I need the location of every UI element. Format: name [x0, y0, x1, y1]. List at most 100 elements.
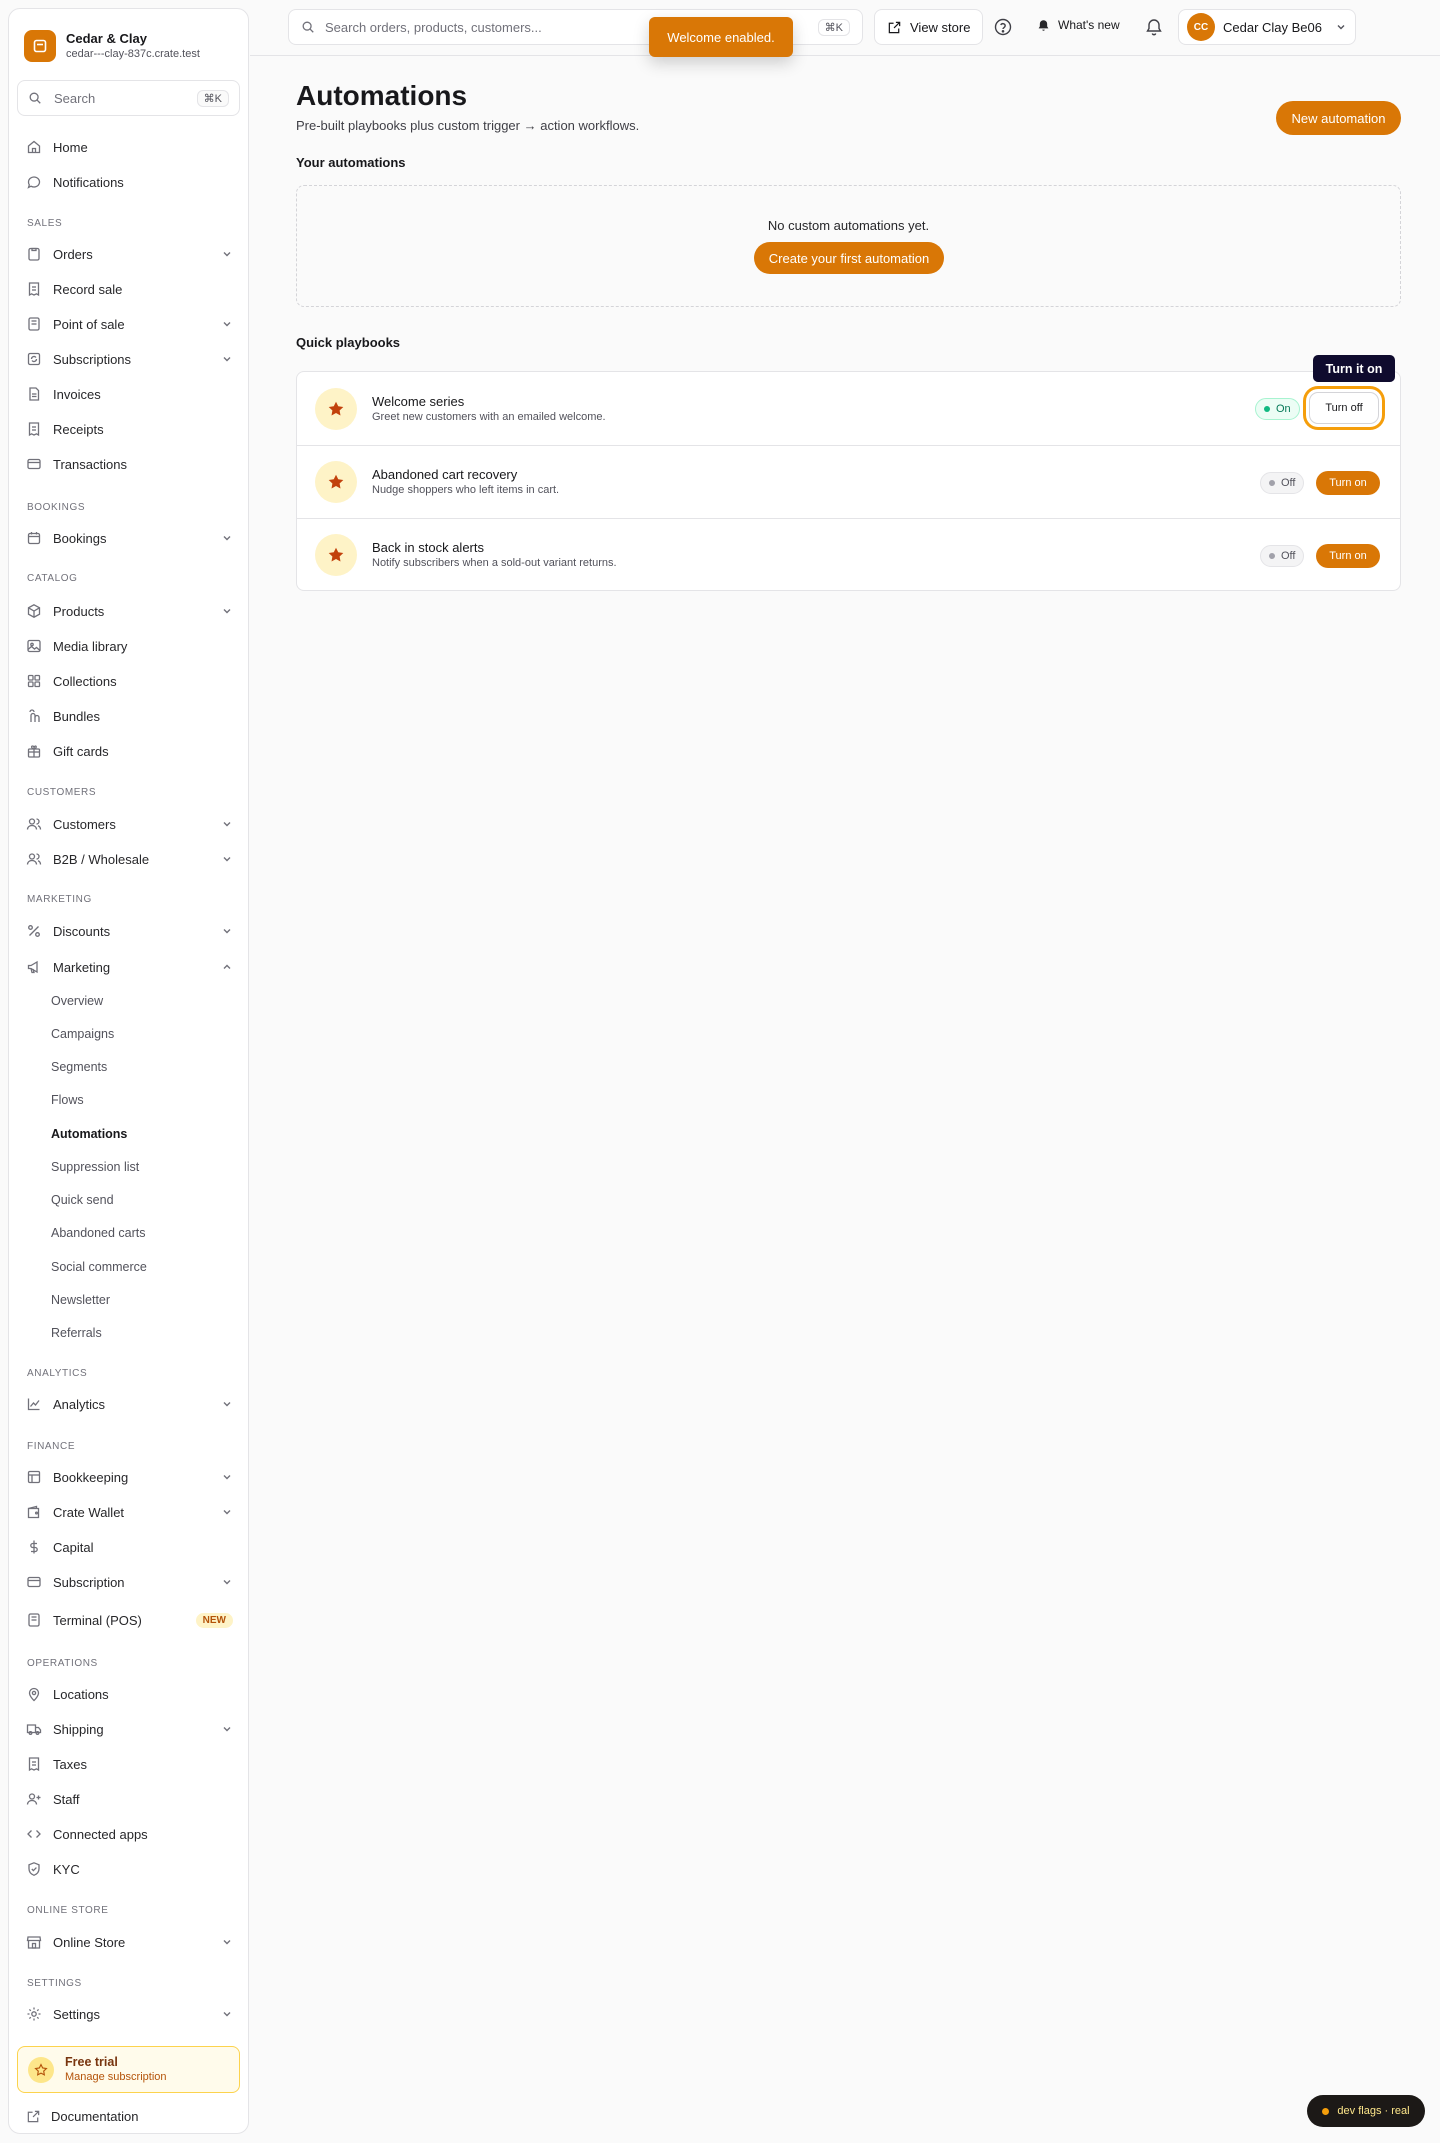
- sidebar-item-label: Invoices: [53, 386, 101, 402]
- chevron-down-icon: [221, 1723, 233, 1735]
- help-icon[interactable]: [993, 17, 1013, 37]
- sidebar-item-taxes[interactable]: Taxes: [26, 1750, 233, 1778]
- sidebar-item-marketing[interactable]: Marketing: [26, 953, 233, 981]
- sidebar-item-invoices[interactable]: Invoices: [26, 380, 233, 408]
- free-trial-card[interactable]: Free trial Manage subscription: [17, 2046, 240, 2093]
- sidebar-subitem-social-commerce[interactable]: Social commerce: [51, 1260, 147, 1274]
- map-pin-icon: [26, 1686, 42, 1702]
- sidebar-item-label: Crate Wallet: [53, 1504, 125, 1520]
- chevron-down-icon: [221, 353, 233, 365]
- sidebar-item-terminal[interactable]: Terminal (POS) NEW: [26, 1606, 233, 1634]
- page-subtitle: Pre-built playbooks plus custom trigger …: [296, 118, 640, 133]
- status-text: Off: [1281, 550, 1296, 562]
- home-icon: [26, 139, 42, 155]
- documentation-label: Documentation: [51, 2109, 139, 2124]
- whats-new-button[interactable]: What's new: [1037, 18, 1120, 32]
- playbook-row-back-in-stock: Back in stock alerts Notify subscribers …: [297, 518, 1400, 591]
- sidebar-subitem-campaigns[interactable]: Campaigns: [51, 1027, 114, 1041]
- playbook-row-abandoned-cart: Abandoned cart recovery Nudge shoppers w…: [297, 445, 1400, 518]
- truck-icon: [26, 1721, 42, 1737]
- sidebar-subitem-flows[interactable]: Flows: [51, 1093, 84, 1107]
- turn-off-button[interactable]: Turn off: [1309, 392, 1379, 424]
- sidebar-item-bookings[interactable]: Bookings: [26, 524, 233, 552]
- sidebar-item-b2b[interactable]: B2B / Wholesale: [26, 845, 233, 873]
- status-badge: Off: [1260, 545, 1305, 567]
- sidebar-item-notifications[interactable]: Notifications: [26, 168, 233, 196]
- playbook-description: Nudge shoppers who left items in cart.: [372, 484, 560, 496]
- sidebar-subitem-abandoned-carts[interactable]: Abandoned carts: [51, 1226, 146, 1240]
- sidebar-item-home[interactable]: Home: [26, 133, 233, 161]
- credit-card-icon: [26, 1574, 42, 1590]
- account-menu-button[interactable]: CC Cedar Clay Be06: [1178, 9, 1356, 45]
- chevron-down-icon: [221, 818, 233, 830]
- chevron-down-icon: [221, 605, 233, 617]
- manage-subscription-link[interactable]: Manage subscription: [65, 2070, 167, 2084]
- quick-playbooks-heading: Quick playbooks: [296, 335, 401, 350]
- sidebar-item-label: Locations: [53, 1686, 109, 1702]
- documentation-link[interactable]: Documentation: [26, 2109, 138, 2124]
- sidebar-item-label: Gift cards: [53, 743, 109, 759]
- new-badge: NEW: [195, 1612, 233, 1628]
- section-customers: CUSTOMERS: [27, 787, 97, 798]
- sidebar-item-capital[interactable]: Capital: [26, 1533, 233, 1561]
- view-store-button[interactable]: View store: [874, 9, 984, 45]
- sidebar-item-label: Discounts: [53, 923, 111, 939]
- sidebar-subitem-referrals[interactable]: Referrals: [51, 1326, 102, 1340]
- playbook-row-welcome-series: Welcome series Greet new customers with …: [297, 372, 1400, 445]
- sidebar-item-collections[interactable]: Collections: [26, 667, 233, 695]
- playbook-description: Greet new customers with an emailed welc…: [372, 410, 606, 423]
- sidebar-search-shortcut: ⌘K: [196, 89, 229, 107]
- new-automation-button[interactable]: New automation: [1276, 101, 1401, 135]
- sidebar-search-label: Search: [54, 90, 96, 106]
- star-icon: [315, 387, 357, 430]
- sidebar-item-shipping[interactable]: Shipping: [26, 1715, 233, 1743]
- sidebar-item-media-library[interactable]: Media library: [26, 632, 233, 660]
- sidebar-subitem-suppression-list[interactable]: Suppression list: [51, 1160, 139, 1174]
- create-first-automation-button[interactable]: Create your first automation: [754, 242, 944, 274]
- avatar: CC: [1187, 13, 1215, 41]
- sidebar-item-gift-cards[interactable]: Gift cards: [26, 737, 233, 765]
- sidebar-item-orders[interactable]: Orders: [26, 240, 233, 268]
- turn-on-button[interactable]: Turn on: [1316, 544, 1380, 568]
- dev-flags-pill[interactable]: dev flags · real: [1307, 2095, 1425, 2127]
- sidebar-subitem-newsletter[interactable]: Newsletter: [51, 1293, 110, 1307]
- sidebar-item-analytics[interactable]: Analytics: [26, 1390, 233, 1418]
- bell-icon[interactable]: [1144, 17, 1164, 37]
- chevron-down-icon: [221, 318, 233, 330]
- search-icon: [302, 21, 314, 33]
- sidebar-item-transactions[interactable]: Transactions: [26, 450, 233, 478]
- sidebar-item-staff[interactable]: Staff: [26, 1785, 233, 1813]
- chevron-up-icon: [221, 961, 233, 973]
- sidebar-subitem-quick-send[interactable]: Quick send: [51, 1193, 114, 1207]
- wallet-icon: [26, 1504, 42, 1520]
- sidebar-item-products[interactable]: Products: [26, 597, 233, 625]
- sidebar-item-label: Subscription: [53, 1574, 125, 1590]
- sidebar-item-online-store[interactable]: Online Store: [26, 1928, 233, 1956]
- sidebar-item-subscriptions[interactable]: Subscriptions: [26, 345, 233, 373]
- sidebar-subitem-overview[interactable]: Overview: [51, 994, 103, 1008]
- sidebar-item-discounts[interactable]: Discounts: [26, 917, 233, 945]
- sidebar-item-record-sale[interactable]: Record sale: [26, 275, 233, 303]
- sidebar-subitem-automations[interactable]: Automations: [51, 1127, 127, 1141]
- bundle-icon: [26, 708, 42, 724]
- code-icon: [26, 1826, 42, 1842]
- turn-on-button[interactable]: Turn on: [1316, 471, 1380, 495]
- sidebar-item-receipts[interactable]: Receipts: [26, 415, 233, 443]
- sidebar-item-subscription[interactable]: Subscription: [26, 1568, 233, 1596]
- sidebar-item-settings[interactable]: Settings: [26, 2000, 233, 2028]
- sidebar-search[interactable]: Search ⌘K: [17, 80, 240, 116]
- sidebar-item-locations[interactable]: Locations: [26, 1680, 233, 1708]
- sidebar-subitem-segments[interactable]: Segments: [51, 1060, 107, 1074]
- sidebar-item-connected-apps[interactable]: Connected apps: [26, 1820, 233, 1848]
- sidebar-item-crate-wallet[interactable]: Crate Wallet: [26, 1498, 233, 1526]
- chevron-down-icon: [221, 1471, 233, 1483]
- sidebar-item-customers[interactable]: Customers: [26, 810, 233, 838]
- chevron-down-icon: [221, 1506, 233, 1518]
- sidebar-item-bookkeeping[interactable]: Bookkeeping: [26, 1463, 233, 1491]
- calendar-icon: [26, 530, 42, 546]
- sidebar-item-kyc[interactable]: KYC: [26, 1855, 233, 1883]
- sidebar-item-point-of-sale[interactable]: Point of sale: [26, 310, 233, 338]
- brand[interactable]: Cedar & Clay cedar---clay-837c.crate.tes…: [9, 9, 248, 67]
- sidebar-item-bundles[interactable]: Bundles: [26, 702, 233, 730]
- ledger-icon: [26, 1469, 42, 1485]
